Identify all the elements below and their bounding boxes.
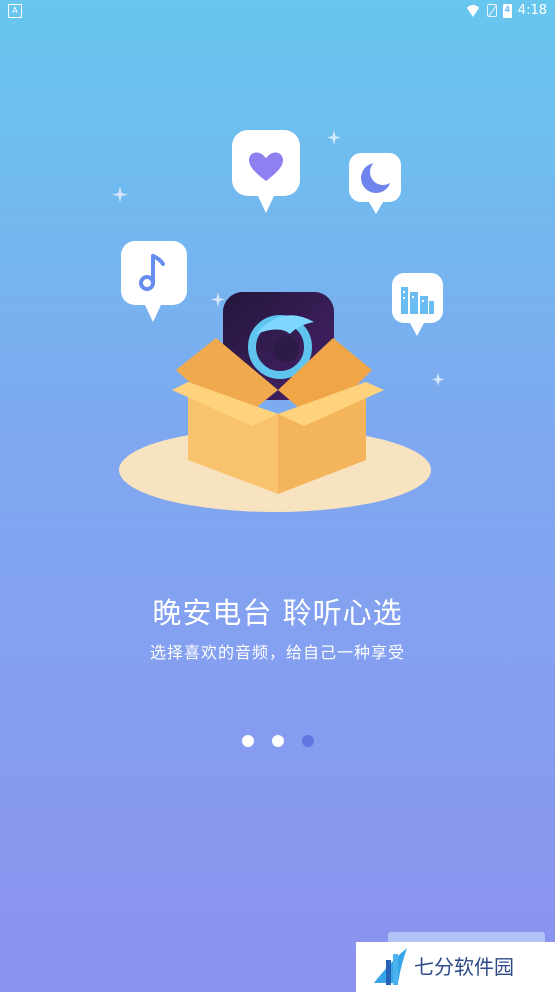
site-watermark: 七分软件园 [356, 942, 555, 992]
page-indicator[interactable] [242, 735, 314, 747]
city-bubble [392, 273, 443, 336]
site-logo-icon [374, 948, 407, 985]
music-bubble [121, 241, 187, 322]
onboarding-illustration [112, 130, 444, 512]
watermark-label: 七分软件园 [414, 955, 514, 979]
onboarding-subtitle: 选择喜欢的音频，给自己一种享受 [149, 643, 405, 662]
page-dot-1[interactable] [242, 735, 254, 747]
page-dot-2[interactable] [272, 735, 284, 747]
onboarding-title: 晚安电台 聆听心选 [152, 596, 403, 630]
moon-bubble [349, 153, 401, 214]
heart-bubble [232, 130, 300, 213]
page-dot-3-active[interactable] [302, 735, 314, 747]
